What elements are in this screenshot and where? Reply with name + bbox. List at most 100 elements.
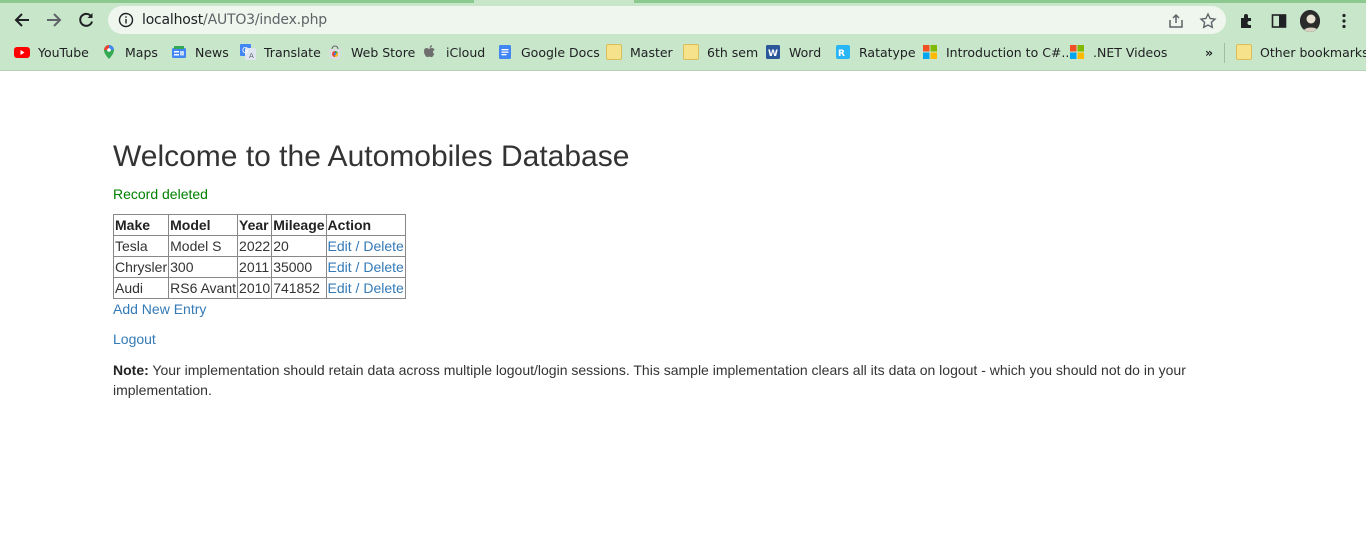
delete-link[interactable]: Delete bbox=[363, 238, 403, 254]
bookmark-label: Google Docs bbox=[521, 44, 600, 60]
cell-action: Edit / Delete bbox=[325, 256, 406, 278]
bookmark-label: YouTube bbox=[38, 44, 89, 60]
other-bookmarks-folder[interactable]: Other bookmarks bbox=[1236, 43, 1366, 61]
microsoft-icon bbox=[923, 45, 937, 59]
cell-model: RS6 Avant bbox=[168, 277, 239, 299]
microsoft-icon bbox=[1070, 45, 1084, 59]
side-panel-button[interactable] bbox=[1269, 11, 1289, 31]
add-new-entry-link[interactable]: Add New Entry bbox=[113, 301, 206, 317]
action-separator: / bbox=[351, 280, 364, 296]
svg-text:A: A bbox=[249, 52, 254, 60]
bookmark-label: Master bbox=[630, 44, 673, 60]
cell-action: Edit / Delete bbox=[325, 235, 406, 257]
svg-text:W: W bbox=[768, 49, 778, 59]
word-icon: W bbox=[766, 45, 780, 59]
page-title: Welcome to the Automobiles Database bbox=[113, 140, 630, 173]
column-header-model: Model bbox=[168, 214, 239, 236]
edit-link[interactable]: Edit bbox=[328, 280, 352, 296]
bookmark-net-videos[interactable]: .NET Videos bbox=[1069, 43, 1167, 61]
bookmarks-divider bbox=[1224, 43, 1225, 63]
cell-mileage: 741852 bbox=[271, 277, 327, 299]
url-host: localhost bbox=[142, 12, 204, 28]
flash-message: Record deleted bbox=[113, 186, 208, 202]
forward-button[interactable] bbox=[42, 8, 66, 32]
profile-button[interactable] bbox=[1300, 10, 1320, 32]
svg-text:R: R bbox=[838, 49, 845, 59]
bookmark-google-docs[interactable]: Google Docs bbox=[497, 43, 600, 61]
cell-year: 2011 bbox=[237, 256, 273, 278]
table-row: Chrysler 300 2011 35000 Edit / Delete bbox=[112, 256, 406, 278]
bookmark-news[interactable]: News bbox=[171, 43, 229, 61]
more-vert-icon bbox=[1342, 13, 1346, 29]
reload-icon bbox=[79, 12, 93, 27]
puzzle-icon bbox=[1241, 14, 1251, 28]
bookmark-label: Word bbox=[789, 44, 822, 60]
cell-make: Tesla bbox=[112, 235, 170, 257]
reload-button[interactable] bbox=[74, 8, 98, 32]
table-row: Audi RS6 Avant 2010 741852 Edit / Delete bbox=[112, 277, 406, 299]
translate-icon: GA bbox=[240, 44, 256, 60]
more-bookmarks-button[interactable]: » bbox=[1205, 43, 1213, 61]
bookmark-label: Web Store bbox=[351, 44, 416, 60]
cell-year: 2022 bbox=[237, 235, 273, 257]
folder-icon bbox=[606, 44, 622, 60]
url-path: /AUTO3/index.php bbox=[203, 12, 327, 28]
column-header-action: Action bbox=[325, 214, 406, 236]
bookmark-label: Ratatype bbox=[859, 44, 916, 60]
arrow-left-icon bbox=[14, 13, 29, 27]
action-separator: / bbox=[351, 238, 364, 254]
bookmark-label: Other bookmarks bbox=[1260, 44, 1366, 60]
google-docs-icon bbox=[499, 45, 511, 59]
info-icon[interactable] bbox=[118, 12, 134, 28]
column-header-make: Make bbox=[112, 214, 170, 236]
bookmark-star-icon[interactable] bbox=[1199, 12, 1217, 30]
logout-link[interactable]: Logout bbox=[113, 331, 156, 347]
cell-year: 2010 bbox=[237, 277, 273, 299]
chrome-divider bbox=[0, 70, 1366, 71]
folder-icon bbox=[683, 44, 699, 60]
apple-icon bbox=[424, 45, 435, 58]
bookmark-icloud[interactable]: iCloud bbox=[422, 43, 485, 61]
edit-link[interactable]: Edit bbox=[328, 238, 352, 254]
bookmark-folder-6th-sem[interactable]: 6th sem bbox=[683, 43, 758, 61]
bookmarks-bar: YouTube Maps News GA Translate Web Store… bbox=[0, 37, 1366, 67]
bookmark-ratatype[interactable]: R Ratatype bbox=[835, 43, 916, 61]
note-text: Your implementation should retain data a… bbox=[113, 362, 1186, 398]
web-store-icon bbox=[329, 45, 341, 59]
youtube-icon bbox=[14, 47, 30, 58]
delete-link[interactable]: Delete bbox=[363, 280, 403, 296]
bookmark-label: Introduction to C#... bbox=[946, 44, 1074, 60]
bookmark-label: Maps bbox=[125, 44, 158, 60]
folder-icon bbox=[1236, 44, 1252, 60]
address-bar[interactable]: localhost/AUTO3/index.php bbox=[108, 6, 1226, 34]
extensions-button[interactable] bbox=[1237, 11, 1257, 31]
bookmark-folder-master[interactable]: Master bbox=[606, 43, 673, 61]
bookmark-label: Translate bbox=[264, 44, 321, 60]
ratatype-icon: R bbox=[836, 45, 850, 59]
bookmark-web-store[interactable]: Web Store bbox=[327, 43, 415, 61]
bookmark-label: .NET Videos bbox=[1093, 44, 1168, 60]
delete-link[interactable]: Delete bbox=[363, 259, 403, 275]
edit-link[interactable]: Edit bbox=[328, 259, 352, 275]
cell-model: 300 bbox=[168, 256, 239, 278]
bookmark-youtube[interactable]: YouTube bbox=[14, 43, 89, 61]
bookmark-label: iCloud bbox=[446, 44, 486, 60]
table-header-row: Make Model Year Mileage Action bbox=[112, 214, 406, 236]
action-separator: / bbox=[351, 259, 364, 275]
column-header-mileage: Mileage bbox=[271, 214, 327, 236]
bookmark-maps[interactable]: Maps bbox=[101, 43, 158, 61]
avatar-icon bbox=[1300, 10, 1320, 32]
url-text: localhost/AUTO3/index.php bbox=[142, 12, 327, 28]
menu-button[interactable] bbox=[1334, 11, 1354, 31]
share-icon[interactable] bbox=[1167, 12, 1185, 30]
cell-action: Edit / Delete bbox=[325, 277, 406, 299]
bookmark-word[interactable]: W Word bbox=[765, 43, 821, 61]
note-paragraph: Note: Your implementation should retain … bbox=[113, 360, 1203, 400]
bookmark-label: 6th sem bbox=[707, 44, 759, 60]
cell-model: Model S bbox=[168, 235, 239, 257]
news-icon bbox=[172, 46, 186, 58]
bookmark-translate[interactable]: GA Translate bbox=[240, 43, 321, 61]
automobiles-table: Make Model Year Mileage Action Tesla Mod… bbox=[112, 214, 406, 299]
back-button[interactable] bbox=[10, 8, 34, 32]
bookmark-introduction-csharp[interactable]: Introduction to C#... bbox=[922, 43, 1073, 61]
